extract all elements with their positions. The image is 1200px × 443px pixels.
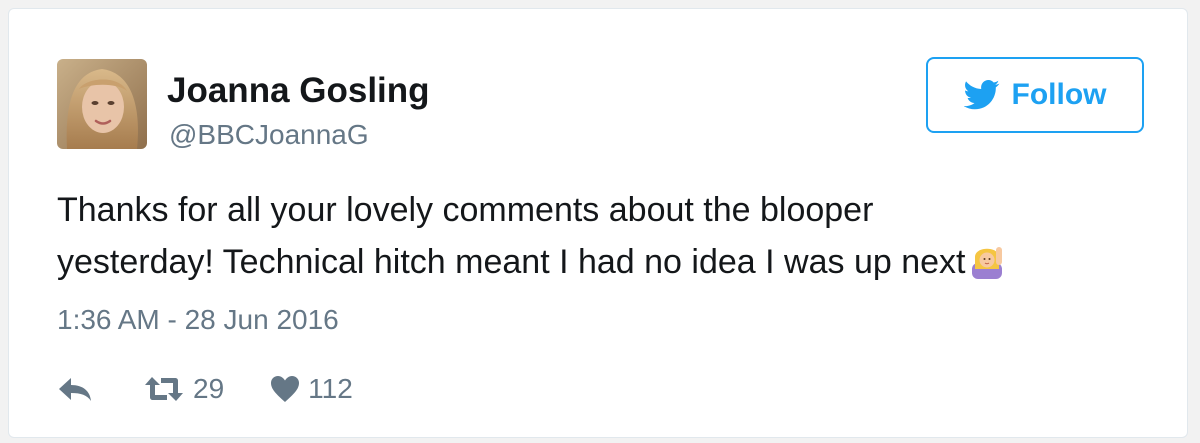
follow-label: Follow <box>1011 78 1107 111</box>
display-name[interactable]: Joanna Gosling <box>167 71 430 111</box>
tweet-text-line-2: yesterday! Technical hitch meant I had n… <box>57 236 1157 294</box>
retweet-button[interactable]: 29 <box>143 373 224 405</box>
tweet-text: Thanks for all your lovely comments abou… <box>57 184 1157 294</box>
reply-icon <box>57 376 93 402</box>
avatar[interactable] <box>57 59 147 149</box>
like-count: 112 <box>308 373 353 404</box>
tweet-text-line-2-text: yesterday! Technical hitch meant I had n… <box>57 243 966 281</box>
avatar-image <box>57 59 147 149</box>
reply-button[interactable] <box>57 376 93 402</box>
retweet-icon <box>143 375 185 403</box>
timestamp[interactable]: 1:36 AM - 28 Jun 2016 <box>57 304 339 336</box>
user-handle[interactable]: @BBCJoannaG <box>169 119 369 151</box>
person-raising-hand-emoji-icon <box>969 242 1005 294</box>
twitter-bird-icon <box>963 80 1000 110</box>
like-button[interactable]: 112 <box>270 373 353 405</box>
tweet-actions: 29 112 <box>57 369 353 409</box>
tweet-card: Joanna Gosling @BBCJoannaG Follow Thanks… <box>8 8 1188 438</box>
retweet-count: 29 <box>193 373 225 404</box>
heart-icon <box>270 375 300 403</box>
follow-button[interactable]: Follow <box>926 57 1144 133</box>
tweet-text-line-1: Thanks for all your lovely comments abou… <box>57 191 874 229</box>
